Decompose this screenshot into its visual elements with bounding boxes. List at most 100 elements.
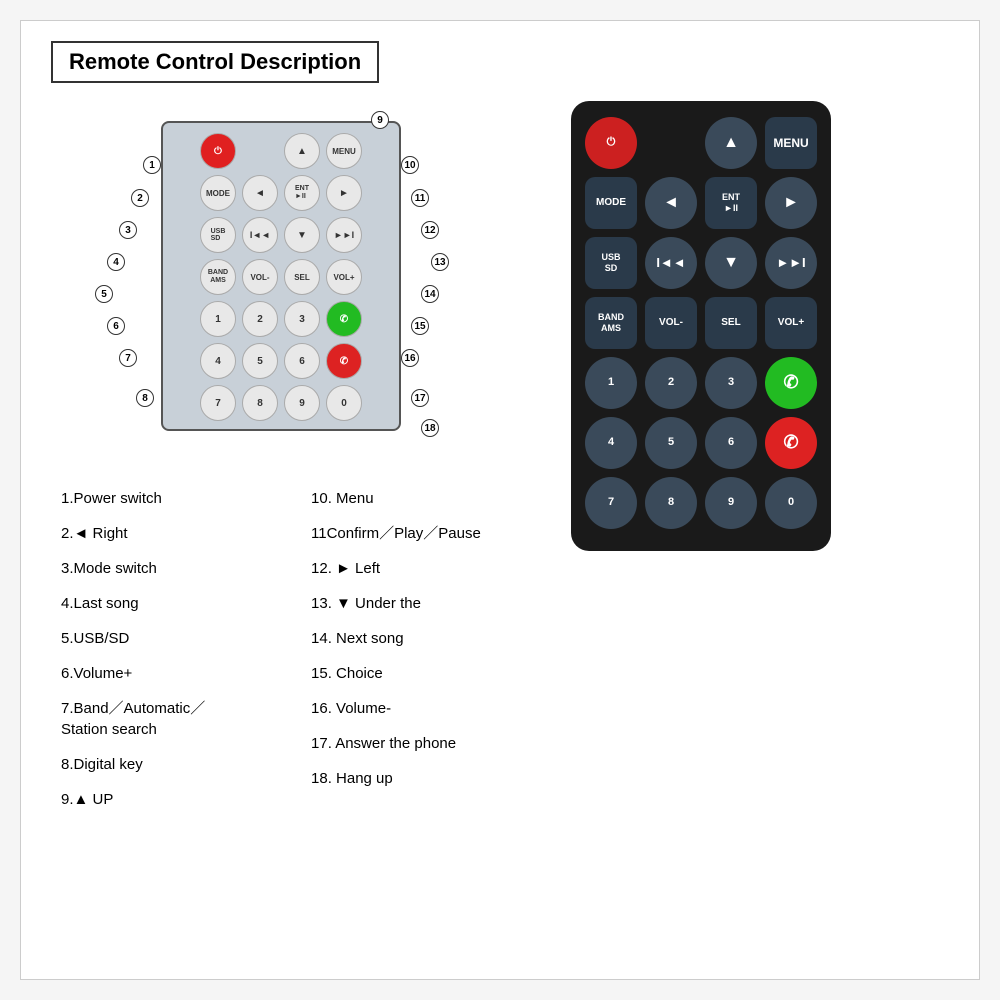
diag-ent-btn[interactable]: ENT►II (284, 175, 320, 211)
desc-item-8: 8.Digital key (61, 747, 271, 782)
remote-usb-btn[interactable]: USBSD (585, 237, 637, 289)
diag-5-btn[interactable]: 5 (242, 343, 278, 379)
diag-up-btn[interactable]: ▲ (284, 133, 320, 169)
remote-row-5: 1 2 3 ✆ (585, 357, 817, 409)
remote-band-btn[interactable]: BANDAMS (585, 297, 637, 349)
callout-9: 9 (371, 111, 389, 129)
remote-2-btn[interactable]: 2 (645, 357, 697, 409)
page-title: Remote Control Description (69, 49, 361, 75)
remote-photo: ⏻ ▲ MENU MODE ◄ ENT►II ► USBSD I◄◄ ▼ (551, 101, 851, 817)
diag-6-btn[interactable]: 6 (284, 343, 320, 379)
remote-down-btn[interactable]: ▼ (705, 237, 757, 289)
diag-volplus-btn[interactable]: VOL+ (326, 259, 362, 295)
diag-usb-btn[interactable]: USBSD (200, 217, 236, 253)
desc-item-11: 11Confirm／Play／Pause (311, 516, 521, 551)
callout-2: 2 (131, 189, 149, 207)
callout-8: 8 (136, 389, 154, 407)
callout-6: 6 (107, 317, 125, 335)
diag-power-btn[interactable]: ⏻ (200, 133, 236, 169)
desc-item-9: 9.▲ UP (61, 782, 271, 817)
callout-4: 4 (107, 253, 125, 271)
desc-item-16: 16. Volume- (311, 691, 521, 726)
remote-8-btn[interactable]: 8 (645, 477, 697, 529)
remote-5-btn[interactable]: 5 (645, 417, 697, 469)
diag-volminus-btn[interactable]: VOL- (242, 259, 278, 295)
remote-prev-btn[interactable]: I◄◄ (645, 237, 697, 289)
diagram-section: ⏻ ▲ MENU MODE ◄ ENT►II ► USBSD (51, 101, 531, 817)
content-row: ⏻ ▲ MENU MODE ◄ ENT►II ► USBSD (51, 101, 949, 817)
remote-row-3: USBSD I◄◄ ▼ ►►I (585, 237, 817, 289)
diag-hang-btn[interactable]: ✆ (326, 343, 362, 379)
diag-next-btn[interactable]: ►►I (326, 217, 362, 253)
remote-up-btn[interactable]: ▲ (705, 117, 757, 169)
desc-item-5: 5.USB/SD (61, 621, 271, 656)
callout-16: 16 (401, 349, 419, 367)
callout-7: 7 (119, 349, 137, 367)
callout-10: 10 (401, 156, 419, 174)
diag-3-btn[interactable]: 3 (284, 301, 320, 337)
remote-0-btn[interactable]: 0 (765, 477, 817, 529)
desc-item-12: 12. ► Left (311, 551, 521, 586)
diagram-wrapper: ⏻ ▲ MENU MODE ◄ ENT►II ► USBSD (81, 101, 501, 461)
desc-item-3: 3.Mode switch (61, 551, 271, 586)
remote-volminus-btn[interactable]: VOL- (645, 297, 697, 349)
remote-hang-btn[interactable]: ✆ (765, 417, 817, 469)
callout-17: 17 (411, 389, 429, 407)
remote-3-btn[interactable]: 3 (705, 357, 757, 409)
remote-mode-btn[interactable]: MODE (585, 177, 637, 229)
remote-next-btn[interactable]: ►►I (765, 237, 817, 289)
diag-9-btn[interactable]: 9 (284, 385, 320, 421)
remote-9-btn[interactable]: 9 (705, 477, 757, 529)
desc-col-right: 10. Menu 11Confirm／Play／Pause 12. ► Left… (311, 481, 521, 817)
remote-right-btn[interactable]: ► (765, 177, 817, 229)
remote-row-6: 4 5 6 ✆ (585, 417, 817, 469)
diag-7-btn[interactable]: 7 (200, 385, 236, 421)
page: Remote Control Description ⏻ ▲ MENU MODE (20, 20, 980, 980)
callout-18: 18 (421, 419, 439, 437)
diag-mode-btn[interactable]: MODE (200, 175, 236, 211)
diag-band-btn[interactable]: BANDAMS (200, 259, 236, 295)
diag-0-btn[interactable]: 0 (326, 385, 362, 421)
diag-menu-btn[interactable]: MENU (326, 133, 362, 169)
remote-row-7: 7 8 9 0 (585, 477, 817, 529)
diag-8-btn[interactable]: 8 (242, 385, 278, 421)
remote-row-1: ⏻ ▲ MENU (585, 117, 817, 169)
desc-item-4: 4.Last song (61, 586, 271, 621)
desc-col-left: 1.Power switch 2.◄ Right 3.Mode switch 4… (61, 481, 271, 817)
diag-prev-btn[interactable]: I◄◄ (242, 217, 278, 253)
remote-ent-btn[interactable]: ENT►II (705, 177, 757, 229)
diag-1-btn[interactable]: 1 (200, 301, 236, 337)
remote-power-btn[interactable]: ⏻ (585, 117, 637, 169)
diag-2-btn[interactable]: 2 (242, 301, 278, 337)
remote-menu-btn[interactable]: MENU (765, 117, 817, 169)
diag-sel-btn[interactable]: SEL (284, 259, 320, 295)
remote-4-btn[interactable]: 4 (585, 417, 637, 469)
remote-sel-btn[interactable]: SEL (705, 297, 757, 349)
callout-13: 13 (431, 253, 449, 271)
diag-4-btn[interactable]: 4 (200, 343, 236, 379)
desc-item-18: 18. Hang up (311, 761, 521, 796)
diag-left-btn[interactable]: ◄ (242, 175, 278, 211)
desc-item-13: 13. ▼ Under the (311, 586, 521, 621)
callout-12: 12 (421, 221, 439, 239)
remote-row-4: BANDAMS VOL- SEL VOL+ (585, 297, 817, 349)
remote-call-btn[interactable]: ✆ (765, 357, 817, 409)
remote-1-btn[interactable]: 1 (585, 357, 637, 409)
desc-item-15: 15. Choice (311, 656, 521, 691)
desc-item-6: 6.Volume+ (61, 656, 271, 691)
remote-7-btn[interactable]: 7 (585, 477, 637, 529)
desc-section: 1.Power switch 2.◄ Right 3.Mode switch 4… (51, 481, 531, 817)
callout-14: 14 (421, 285, 439, 303)
callout-1: 1 (143, 156, 161, 174)
diag-down-btn[interactable]: ▼ (284, 217, 320, 253)
diag-call-btn[interactable]: ✆ (326, 301, 362, 337)
desc-item-7: 7.Band／Automatic／ Station search (61, 691, 271, 747)
callout-3: 3 (119, 221, 137, 239)
desc-item-10: 10. Menu (311, 481, 521, 516)
diag-right-btn[interactable]: ► (326, 175, 362, 211)
remote-left-btn[interactable]: ◄ (645, 177, 697, 229)
remote-volplus-btn[interactable]: VOL+ (765, 297, 817, 349)
remote-6-btn[interactable]: 6 (705, 417, 757, 469)
callout-5: 5 (95, 285, 113, 303)
desc-item-2: 2.◄ Right (61, 516, 271, 551)
